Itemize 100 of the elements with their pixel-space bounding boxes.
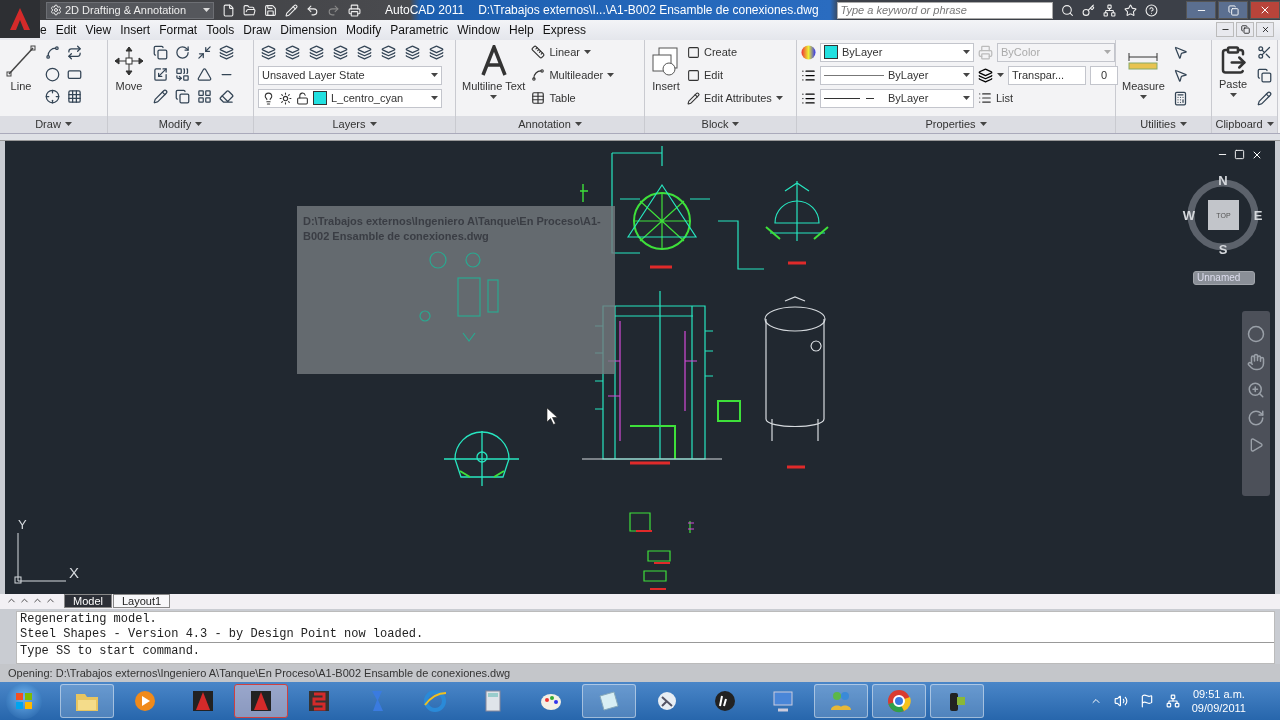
color-dropdown[interactable]: ByLayer xyxy=(820,42,974,62)
transparency-field[interactable]: Transpar... xyxy=(1008,65,1086,85)
layer-dropdown[interactable]: L_centro_cyan xyxy=(258,88,442,108)
menu-item[interactable]: Dimension xyxy=(280,22,345,37)
block-icon[interactable] xyxy=(687,68,700,82)
layer-tool-icon[interactable] xyxy=(404,44,420,60)
layer-tool-icon[interactable] xyxy=(260,44,276,60)
view-cube[interactable] xyxy=(1208,199,1239,230)
menu-item[interactable]: Format xyxy=(159,22,206,37)
menu-item[interactable]: View xyxy=(85,22,120,37)
speaker-icon[interactable] xyxy=(1113,694,1128,709)
annotation-tool[interactable]: Linear xyxy=(531,42,615,62)
menu-item[interactable]: Edit xyxy=(55,22,85,37)
caret-icon[interactable] xyxy=(963,96,970,101)
caret-icon[interactable] xyxy=(369,122,377,127)
zoom-icon[interactable] xyxy=(1247,380,1265,399)
menu-item[interactable]: e xyxy=(40,22,55,37)
pan-icon[interactable] xyxy=(1247,352,1265,371)
caret-icon[interactable] xyxy=(775,96,783,101)
measure-button[interactable]: Measure xyxy=(1120,42,1167,101)
annotation-tool[interactable]: Multileader xyxy=(531,65,615,85)
menu-item[interactable]: Tools xyxy=(206,22,243,37)
caret-icon[interactable] xyxy=(732,122,740,127)
stack-icon[interactable] xyxy=(218,44,234,60)
rotate-icon[interactable] xyxy=(174,44,190,60)
ellipse-icon[interactable] xyxy=(44,88,60,104)
circle-icon[interactable] xyxy=(44,66,60,82)
panel-title[interactable]: Block xyxy=(701,118,729,131)
caret-icon[interactable] xyxy=(1266,122,1274,127)
search-field[interactable]: Type a keyword or phrase xyxy=(836,1,1053,19)
caret-icon[interactable] xyxy=(1229,92,1237,97)
clock-date[interactable]: 09/09/2011 xyxy=(1191,701,1246,716)
layout-tab[interactable]: Layout1 xyxy=(112,594,171,609)
panel-title[interactable]: Modify xyxy=(158,118,192,131)
close-button[interactable] xyxy=(1256,22,1274,38)
caret-icon[interactable] xyxy=(431,96,438,101)
command-prompt[interactable]: Type SS to start command. xyxy=(17,641,1274,660)
layer-tool-icon[interactable] xyxy=(284,44,300,60)
layer-tool-icon[interactable] xyxy=(308,44,324,60)
multiline-text-button[interactable]: Multiline Text xyxy=(460,42,528,101)
print-icon[interactable] xyxy=(348,3,361,17)
menu-item[interactable]: Draw xyxy=(243,22,280,37)
undo-icon[interactable] xyxy=(306,3,319,17)
block-tool[interactable]: Create xyxy=(687,42,783,62)
clock-time[interactable]: 09:51 a.m. xyxy=(1192,687,1245,702)
steering-wheel-icon[interactable] xyxy=(1247,324,1265,343)
scissors-icon[interactable] xyxy=(1256,44,1272,60)
lineweight-dropdown[interactable]: ByLayer xyxy=(820,65,974,85)
menu-item[interactable]: Express xyxy=(542,22,595,37)
block-icon[interactable] xyxy=(687,45,700,59)
maximize-icon[interactable] xyxy=(1234,148,1245,160)
showmotion-icon[interactable] xyxy=(1248,436,1264,453)
block-tool[interactable]: Edit xyxy=(687,65,783,85)
polyline-icon[interactable] xyxy=(44,44,60,60)
close-button[interactable] xyxy=(1250,1,1280,19)
menu-item[interactable]: Modify xyxy=(345,22,390,37)
bulb-icon[interactable] xyxy=(262,91,275,105)
calculator-icon[interactable] xyxy=(1173,90,1189,106)
menu-item[interactable]: Window xyxy=(457,22,508,37)
key-icon[interactable] xyxy=(1081,3,1095,17)
caret-icon[interactable] xyxy=(963,50,970,55)
table-icon[interactable] xyxy=(531,91,546,106)
hatch-icon[interactable] xyxy=(66,88,82,104)
save-icon[interactable] xyxy=(264,3,277,17)
compass-direction[interactable]: N xyxy=(1218,172,1228,188)
compass-direction[interactable]: W xyxy=(1182,207,1196,223)
close-icon[interactable] xyxy=(1260,25,1270,35)
caret-icon[interactable] xyxy=(997,73,1004,78)
caret-icon[interactable] xyxy=(583,50,591,55)
panel-title[interactable]: Layers xyxy=(332,118,366,131)
caret-icon[interactable] xyxy=(979,122,987,127)
open-folder-icon[interactable] xyxy=(243,3,256,17)
line-button[interactable]: Line xyxy=(4,42,38,94)
caret-icon[interactable] xyxy=(607,73,615,78)
linetype-dropdown[interactable]: ByLayer xyxy=(820,88,974,108)
lock-icon[interactable] xyxy=(296,91,309,105)
help-icon[interactable] xyxy=(1144,3,1158,17)
restore-icon[interactable] xyxy=(1240,25,1250,35)
layer-tool-icon[interactable] xyxy=(380,44,396,60)
layers-icon[interactable] xyxy=(978,67,993,83)
layer-tool-icon[interactable] xyxy=(356,44,372,60)
annotation-tool[interactable]: Table xyxy=(531,88,615,108)
taskbar-app-button[interactable] xyxy=(234,684,288,719)
insert-button[interactable]: Insert xyxy=(649,42,683,94)
caret-icon[interactable] xyxy=(203,8,210,12)
caret-icon[interactable] xyxy=(574,122,582,127)
paste-button[interactable]: Paste xyxy=(1216,42,1250,99)
select-icon[interactable] xyxy=(1173,44,1189,60)
caret-icon[interactable] xyxy=(963,73,970,78)
flag-icon[interactable] xyxy=(1139,694,1154,709)
application-menu-button[interactable] xyxy=(0,0,40,38)
menu-item[interactable]: Insert xyxy=(120,22,159,37)
settings-icon[interactable] xyxy=(50,4,62,16)
dimension-icon[interactable] xyxy=(531,45,546,60)
orbit-icon[interactable] xyxy=(1247,408,1265,427)
block-tool[interactable]: Edit Attributes xyxy=(687,88,783,108)
edit-icon[interactable] xyxy=(285,3,298,17)
layer-tool-icon[interactable] xyxy=(332,44,348,60)
caret-icon[interactable] xyxy=(1139,94,1147,99)
menu-item[interactable]: Parametric xyxy=(390,22,457,37)
